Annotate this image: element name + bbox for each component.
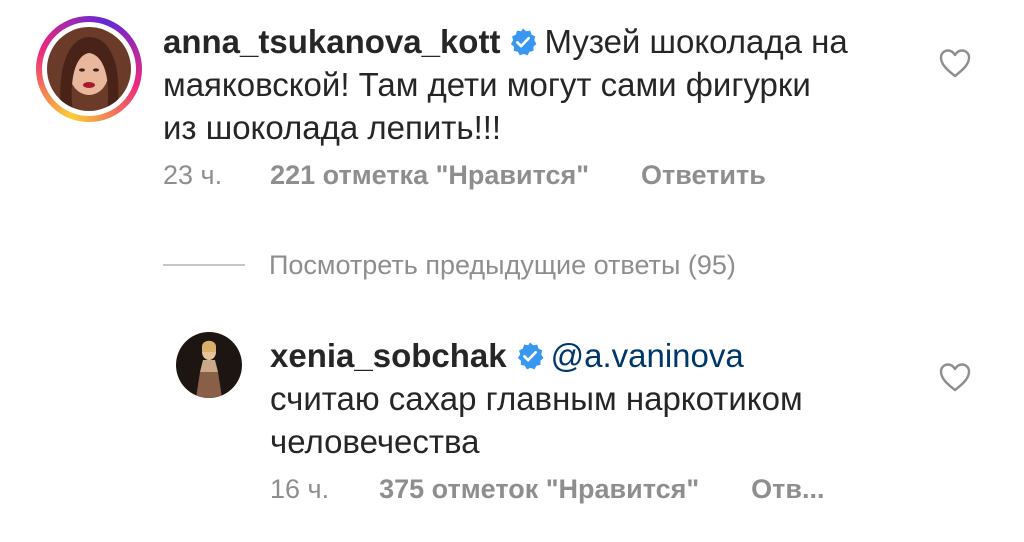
comment-meta: 16 ч. 375 отметок "Нравится" Отв... [270, 474, 824, 505]
comment-meta: 23 ч. 221 отметка "Нравится" Ответить [163, 160, 766, 191]
heart-outline-icon[interactable] [938, 47, 972, 79]
comment-text-line: Музей шоколада на [544, 23, 848, 60]
comment-text-line: маяковской! Там дети могут сами фигурки [163, 66, 811, 103]
comment-text-line: считаю сахар главным наркотиком [270, 380, 803, 417]
verified-badge-icon [508, 27, 538, 57]
comment-text-line: из шоколада лепить!!! [163, 109, 502, 146]
mention-link[interactable]: @a.vaninova [551, 337, 744, 374]
avatar-photo-icon [176, 332, 242, 398]
comment-body: anna_tsukanova_kott Музей шоколада на мая… [163, 20, 923, 149]
comment-body: xenia_sobchak @a.vaninova считаю сахар гл… [270, 334, 910, 463]
comment-time: 16 ч. [270, 474, 330, 504]
verified-badge-icon [515, 341, 545, 371]
avatar-story-ring[interactable] [36, 16, 142, 122]
avatar [47, 27, 131, 111]
avatar[interactable] [176, 332, 242, 398]
divider-line [163, 264, 245, 266]
comment-username[interactable]: anna_tsukanova_kott [163, 23, 500, 60]
avatar-photo-icon [47, 27, 131, 111]
comment-item: anna_tsukanova_kott Музей шоколада на мая… [0, 0, 1024, 210]
view-previous-replies-button[interactable]: Посмотреть предыдущие ответы (95) [163, 248, 736, 282]
comment-likes-link[interactable]: 221 отметка "Нравится" [270, 160, 589, 190]
reply-button[interactable]: Отв... [751, 474, 824, 504]
reply-comment-item: xenia_sobchak @a.vaninova считаю сахар гл… [0, 320, 1024, 520]
comment-time: 23 ч. [163, 160, 223, 190]
view-replies-label: Посмотреть предыдущие ответы (95) [269, 249, 736, 280]
reply-button[interactable]: Ответить [641, 160, 766, 190]
comment-text-line: человечества [270, 423, 480, 460]
comment-likes-link[interactable]: 375 отметок "Нравится" [379, 474, 699, 504]
heart-outline-icon[interactable] [938, 361, 972, 393]
comment-username[interactable]: xenia_sobchak [270, 337, 507, 374]
